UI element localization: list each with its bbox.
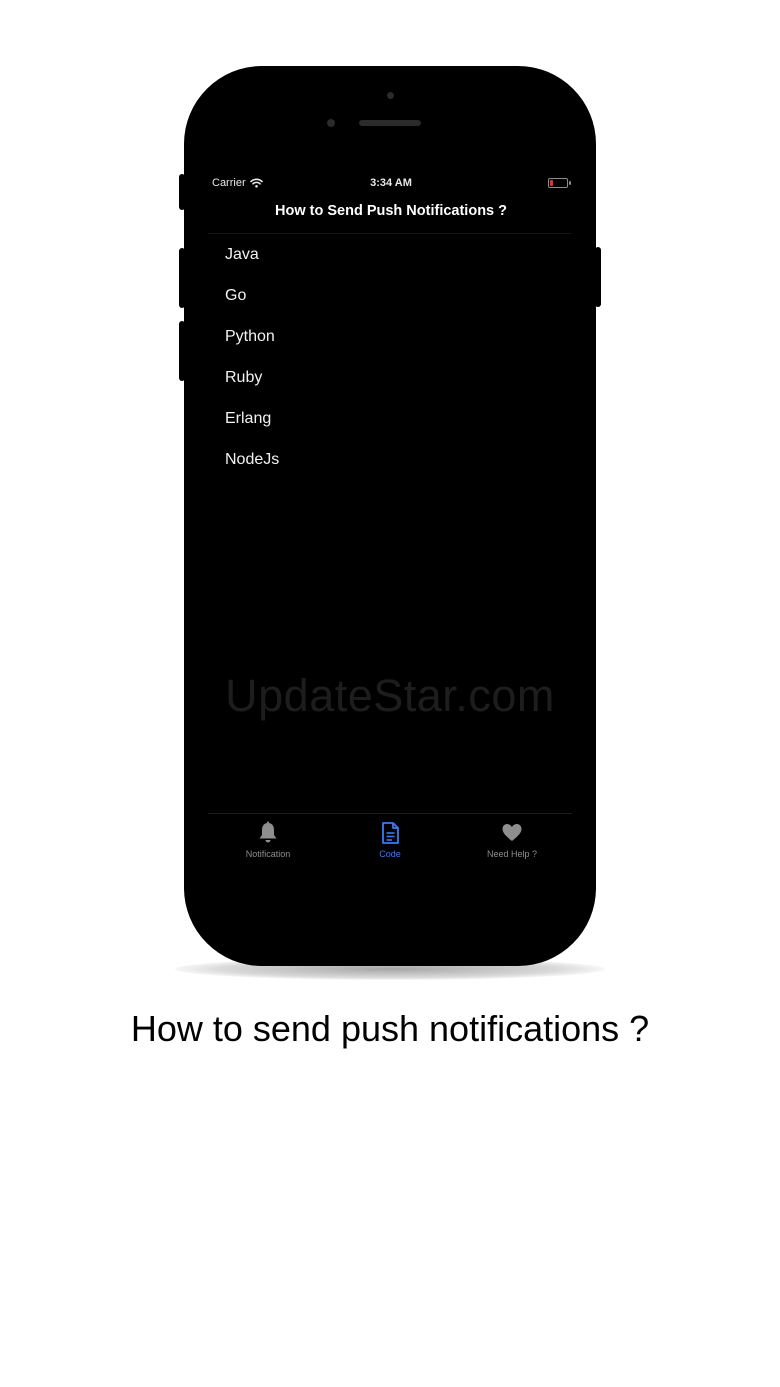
caption: How to send push notifications ? (130, 1008, 650, 1049)
battery-level (550, 180, 553, 186)
heart-icon (502, 824, 522, 841)
list-item-nodejs[interactable]: NodeJs (208, 439, 572, 480)
tab-bar-divider (208, 813, 572, 814)
list-item-go[interactable]: Go (208, 275, 572, 316)
battery-icon (548, 178, 571, 188)
earpiece-speaker (359, 120, 421, 126)
volume-up-button (179, 248, 185, 308)
document-icon (382, 822, 399, 844)
status-time: 3:34 AM (370, 177, 412, 189)
bell-icon (259, 821, 277, 843)
volume-down-button (179, 321, 185, 381)
nav-title: How to Send Push Notifications ? (275, 203, 507, 219)
proximity-sensor (327, 119, 335, 127)
tab-notification[interactable]: Notification (208, 821, 328, 859)
list-item-java[interactable]: Java (208, 234, 572, 275)
status-bar: Carrier 3:34 AM (212, 174, 571, 192)
list-item-ruby[interactable]: Ruby (208, 357, 572, 398)
list-item-erlang[interactable]: Erlang (208, 398, 572, 439)
tab-notification-label: Notification (245, 849, 291, 859)
tab-need-help[interactable]: Need Help ? (452, 821, 572, 859)
mute-switch (179, 174, 185, 210)
front-camera (387, 92, 394, 99)
list-item-python[interactable]: Python (208, 316, 572, 357)
tab-code-label: Code (379, 849, 401, 859)
watermark: UpdateStar.com (225, 670, 555, 721)
tab-code[interactable]: Code (330, 821, 450, 859)
tab-need-help-label: Need Help ? (486, 849, 538, 859)
power-button (595, 247, 601, 307)
language-list: Java Go Python Ruby Erlang NodeJs (208, 234, 572, 480)
